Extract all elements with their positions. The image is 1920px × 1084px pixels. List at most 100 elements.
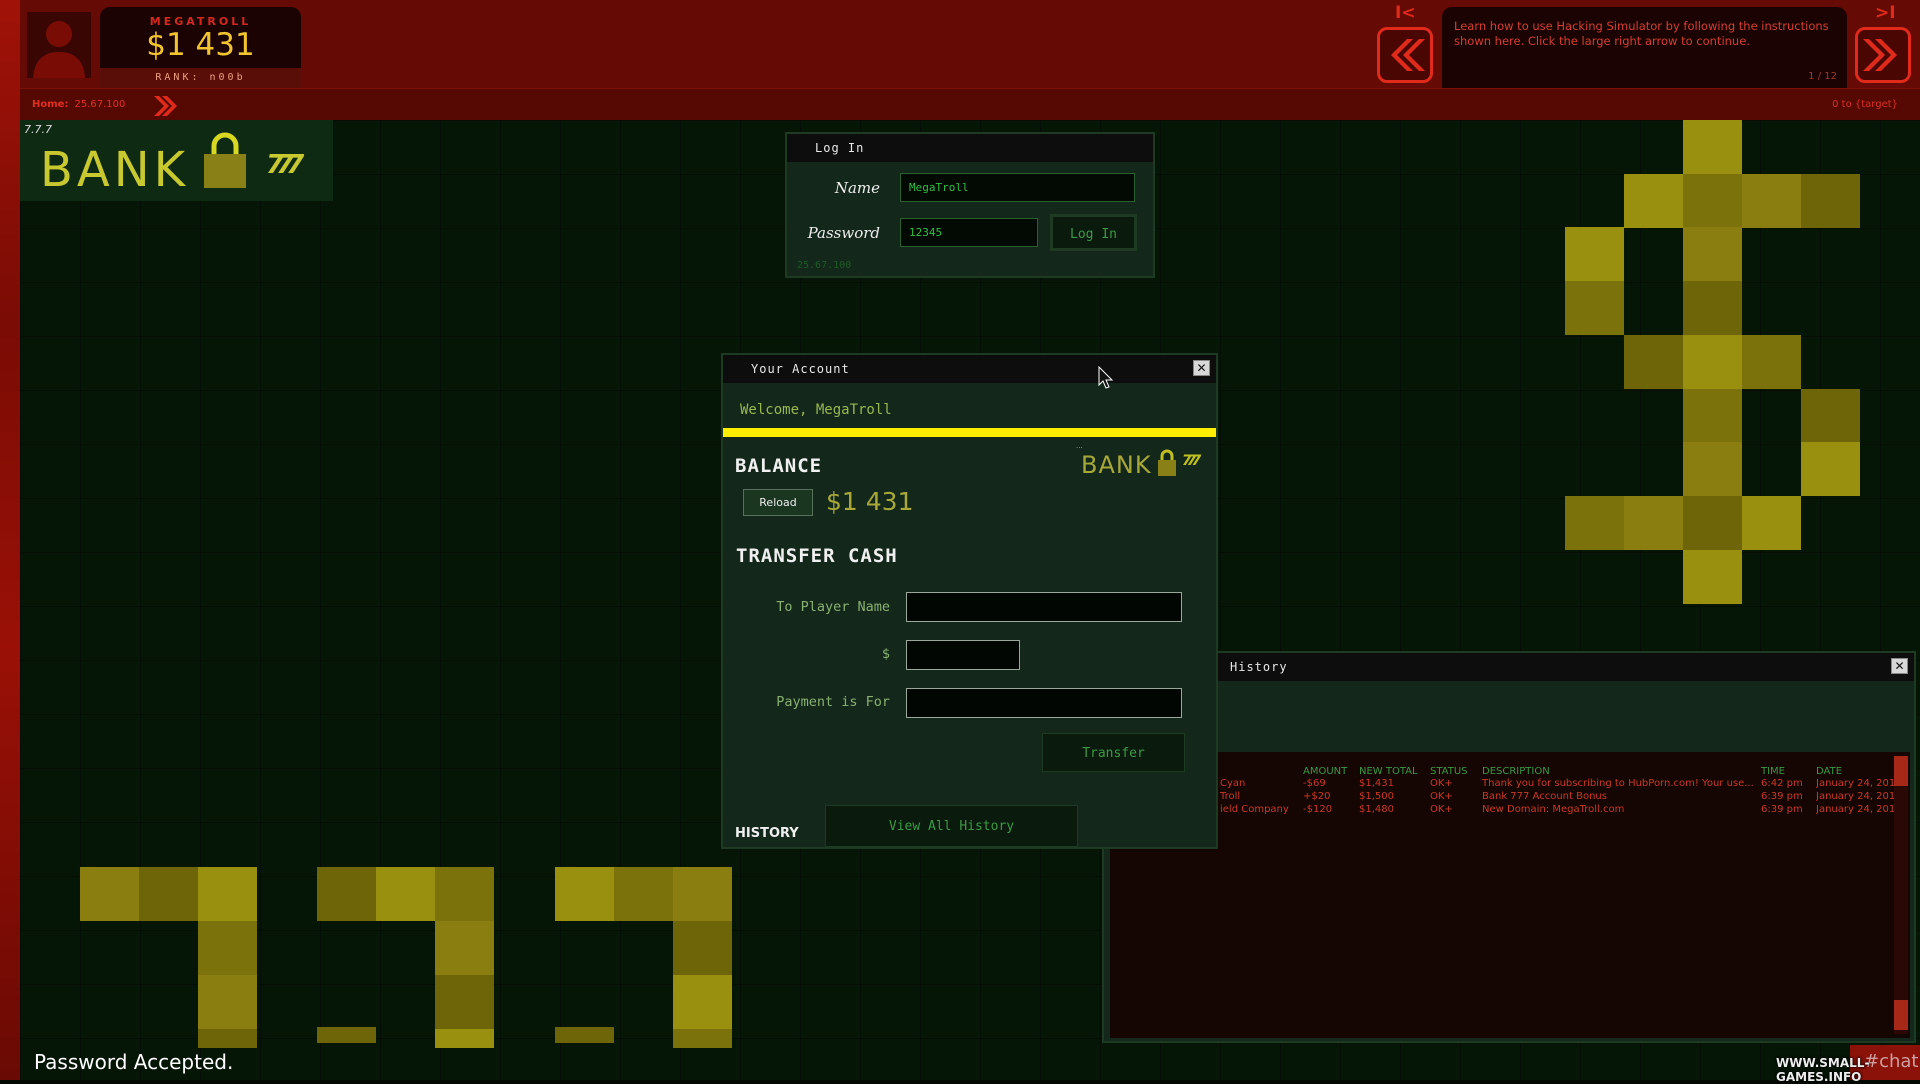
name-input[interactable] [900,173,1135,202]
welcome-bar [723,428,1216,437]
bank-logo-number: 777 [266,150,304,180]
column-header[interactable]: DATE [1816,766,1842,777]
history-cell-total: $1,480 [1359,804,1394,815]
history-cell-amount: +$20 [1303,791,1331,802]
history-cell-time: 6:39 pm [1761,804,1803,815]
tutorial-last-button[interactable]: >I [1875,3,1896,23]
dollar-block [1683,549,1742,604]
column-header[interactable]: DESCRIPTION [1482,766,1550,777]
history-name: ield Company [1220,804,1289,815]
transfer-button[interactable]: Transfer [1042,733,1185,772]
history-title: History [1104,653,1914,681]
seven-block [673,867,732,921]
history-cell-desc: New Domain: MegaTroll.com [1482,804,1625,815]
home-label: Home: [32,99,69,110]
payment-for-input[interactable] [906,688,1182,718]
history-table: AMOUNT NEW TOTAL STATUS DESCRIPTION TIME DATE… [1110,752,1910,1038]
history-cell-status: OK+ [1430,804,1453,815]
dollar-block [1683,334,1742,389]
account-close-button[interactable]: ✕ [1193,360,1210,376]
login-title: Log In [787,134,1153,162]
dollar-block [1683,173,1742,228]
tutorial-text: Learn how to use Hacking Simulator by fo… [1454,19,1829,48]
dollar-block [1565,281,1624,336]
logo-dots: ... [1076,442,1083,450]
player-money: $1 431 [146,27,255,63]
seven-block [555,867,614,921]
column-header[interactable]: TIME [1761,766,1785,777]
history-cell-desc: Thank you for subscribing to HubPorn.com… [1482,778,1754,789]
account-window: Your Account ✕ Welcome, MegaTroll BALANC… [721,353,1218,849]
login-ip: 25.67.100 [797,260,852,271]
chevron-right-icon[interactable] [152,94,178,118]
dollar-block [1683,281,1742,336]
amount-input[interactable] [906,640,1020,670]
avatar [27,12,91,78]
history-cell-time: 6:39 pm [1761,791,1803,802]
view-all-history-button[interactable]: View All History [825,805,1078,847]
home-address[interactable]: Home: 25.67.100 [32,99,125,110]
seven-block [614,867,673,921]
scroll-thumb[interactable] [1894,756,1908,786]
scroll-thumb-bottom[interactable] [1894,1000,1908,1030]
login-button[interactable]: Log In [1050,214,1137,251]
dollar-block [1742,495,1801,550]
seven-block [555,1027,614,1043]
tutorial-panel: Learn how to use Hacking Simulator by fo… [1442,7,1847,88]
bank-logo-text: BANK [40,142,190,198]
dollar-block [1801,442,1860,497]
history-label: HISTORY [735,826,799,841]
history-name: Cyan [1220,778,1246,789]
dollar-block [1742,173,1801,228]
history-cell-time: 6:42 pm [1761,778,1803,789]
history-cell-status: OK+ [1430,778,1453,789]
dollar-block [1565,495,1624,550]
tutorial-next-button[interactable] [1855,27,1911,83]
padlock-icon [1158,449,1176,476]
double-chevron-right-icon [1863,39,1897,71]
seven-block [317,1027,376,1043]
history-cell-amount: -$69 [1303,778,1326,789]
balance-value: $1 431 [826,487,914,516]
column-header[interactable]: STATUS [1430,766,1468,777]
history-close-button[interactable]: ✕ [1891,658,1908,674]
history-scrollbar[interactable] [1894,756,1908,1034]
mouse-cursor-icon [1098,366,1114,389]
seven-block [198,921,257,975]
seven-block [376,867,435,921]
seven-block [435,1029,494,1048]
password-input[interactable] [900,218,1038,247]
column-header[interactable]: NEW TOTAL [1359,766,1418,777]
padlock-icon [204,132,246,188]
password-label: Password [807,224,880,242]
login-window: Log In Name Password Log In 25.67.100 [785,132,1155,278]
seven-block [139,867,198,921]
tutorial-first-button[interactable]: I< [1395,3,1416,23]
seven-block [317,867,376,921]
home-ip: 25.67.100 [74,99,126,110]
dollar-block [1624,173,1683,228]
history-cell-total: $1,500 [1359,791,1394,802]
seven-block [198,975,257,1029]
to-player-input[interactable] [906,592,1182,622]
history-cell-desc: Bank 777 Account Bonus [1482,791,1607,802]
user-silhouette-icon [33,21,85,78]
dollar-block [1624,334,1683,389]
reload-button[interactable]: Reload [743,489,813,516]
balance-heading: BALANCE [735,455,823,477]
dollar-block [1683,442,1742,497]
seven-block [673,975,732,1029]
double-chevron-left-icon [1391,39,1425,71]
seven-block [673,1029,732,1048]
dollar-block [1624,495,1683,550]
history-name: Troll [1220,791,1241,802]
dollar-block [1565,227,1624,282]
seven-block [198,867,257,921]
tutorial-prev-button[interactable] [1377,27,1433,83]
column-header[interactable]: AMOUNT [1303,766,1347,777]
history-cell-date: January 24, 2016 [1816,778,1898,789]
dollar-block [1683,227,1742,282]
welcome-text: Welcome, MegaTroll [740,402,892,418]
history-cell-date: January 24, 2016 [1816,791,1898,802]
player-money-panel: MEGATROLL $1 431 RANK: n00b [100,7,301,88]
